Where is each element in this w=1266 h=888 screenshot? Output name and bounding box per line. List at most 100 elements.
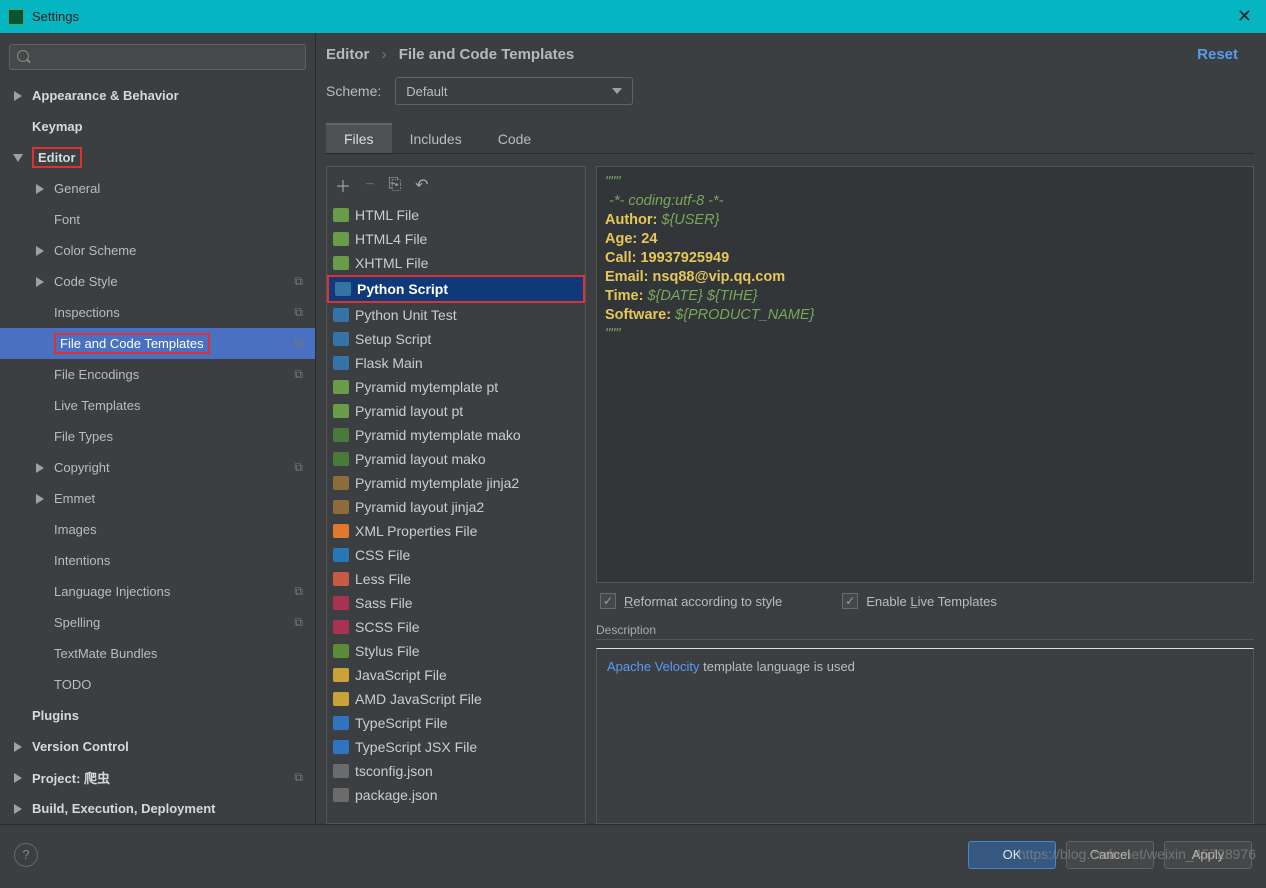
chevron-down-icon	[612, 88, 622, 94]
tab-code[interactable]: Code	[480, 123, 549, 153]
template-item[interactable]: CSS File	[327, 543, 585, 567]
help-button[interactable]: ?	[14, 843, 38, 867]
template-item[interactable]: XML Properties File	[327, 519, 585, 543]
chevron-right-icon[interactable]	[32, 181, 48, 197]
tree-item-todo[interactable]: TODO	[0, 669, 315, 700]
template-label: TypeScript File	[355, 715, 448, 731]
template-item[interactable]: Pyramid layout jinja2	[327, 495, 585, 519]
tree-item-color-scheme[interactable]: Color Scheme	[0, 235, 315, 266]
template-item[interactable]: AMD JavaScript File	[327, 687, 585, 711]
chevron-right-icon[interactable]	[10, 801, 26, 817]
chevron-right-icon[interactable]	[10, 739, 26, 755]
tab-includes[interactable]: Includes	[392, 123, 480, 153]
template-label: XHTML File	[355, 255, 428, 271]
project-scope-icon: ⧉	[294, 615, 303, 630]
template-item[interactable]: Flask Main	[327, 351, 585, 375]
tree-item-spelling[interactable]: Spelling⧉	[0, 607, 315, 638]
tree-item-copyright[interactable]: Copyright⧉	[0, 452, 315, 483]
chevron-right-icon[interactable]	[10, 88, 26, 104]
template-item[interactable]: TypeScript File	[327, 711, 585, 735]
tree-item-code-style[interactable]: Code Style⧉	[0, 266, 315, 297]
chevron-right-icon: ›	[382, 46, 387, 63]
velocity-link[interactable]: Apache Velocity	[607, 659, 700, 674]
template-label: Setup Script	[355, 331, 431, 347]
template-item[interactable]: Python Script	[329, 277, 583, 301]
tree-item-plugins[interactable]: Plugins	[0, 700, 315, 731]
template-item[interactable]: Pyramid layout pt	[327, 399, 585, 423]
template-item[interactable]: XHTML File	[327, 251, 585, 275]
template-item[interactable]: JavaScript File	[327, 663, 585, 687]
tree-item-project-[interactable]: Project: 爬虫⧉	[0, 762, 315, 793]
tree-item-general[interactable]: General	[0, 173, 315, 204]
chevron-right-icon[interactable]	[32, 491, 48, 507]
reformat-checkbox[interactable]: Reformat according to style	[600, 593, 782, 609]
add-icon[interactable]: ＋	[335, 173, 351, 197]
scheme-value: Default	[406, 84, 447, 99]
file-type-icon	[333, 596, 349, 610]
search-input[interactable]	[9, 44, 306, 70]
tree-item-version-control[interactable]: Version Control	[0, 731, 315, 762]
tree-item-font[interactable]: Font	[0, 204, 315, 235]
chevron-right-icon[interactable]	[32, 243, 48, 259]
tree-item-language-injections[interactable]: Language Injections⧉	[0, 576, 315, 607]
tree-item-inspections[interactable]: Inspections⧉	[0, 297, 315, 328]
template-item[interactable]: Sass File	[327, 591, 585, 615]
tree-item-file-types[interactable]: File Types	[0, 421, 315, 452]
template-item[interactable]: Pyramid mytemplate pt	[327, 375, 585, 399]
tree-item-editor[interactable]: Editor	[0, 142, 315, 173]
template-item[interactable]: Less File	[327, 567, 585, 591]
app-icon	[8, 9, 24, 25]
template-item[interactable]: Pyramid mytemplate mako	[327, 423, 585, 447]
reset-link[interactable]: Reset	[1197, 46, 1238, 63]
tab-files[interactable]: Files	[326, 123, 392, 153]
chevron-right-icon[interactable]	[10, 770, 26, 786]
checkbox-icon[interactable]	[600, 593, 616, 609]
template-label: CSS File	[355, 547, 410, 563]
live-templates-checkbox[interactable]: Enable Live Templates	[842, 593, 997, 609]
template-item[interactable]: HTML4 File	[327, 227, 585, 251]
tree-item-build-execution-deployment[interactable]: Build, Execution, Deployment	[0, 793, 315, 824]
file-type-icon	[333, 332, 349, 346]
tree-item-images[interactable]: Images	[0, 514, 315, 545]
template-item[interactable]: HTML File	[327, 203, 585, 227]
tree-item-appearance-behavior[interactable]: Appearance & Behavior	[0, 80, 315, 111]
tree-item-keymap[interactable]: Keymap	[0, 111, 315, 142]
template-item[interactable]: SCSS File	[327, 615, 585, 639]
chevron-right-icon[interactable]	[32, 274, 48, 290]
revert-icon[interactable]: ↶	[415, 175, 428, 195]
code-editor[interactable]: """ -*- coding:utf-8 -*- Author: ${USER}…	[596, 166, 1254, 583]
template-item[interactable]: Pyramid layout mako	[327, 447, 585, 471]
no-expander	[32, 646, 48, 662]
template-item[interactable]: package.json	[327, 783, 585, 807]
tree-item-textmate-bundles[interactable]: TextMate Bundles	[0, 638, 315, 669]
template-label: SCSS File	[355, 619, 420, 635]
checkbox-icon[interactable]	[842, 593, 858, 609]
tree-item-label: File Encodings	[54, 367, 139, 382]
tree-item-live-templates[interactable]: Live Templates	[0, 390, 315, 421]
search-box	[9, 44, 306, 70]
project-scope-icon: ⧉	[294, 460, 303, 475]
template-item[interactable]: Setup Script	[327, 327, 585, 351]
settings-tree[interactable]: Appearance & BehaviorKeymapEditorGeneral…	[0, 76, 315, 824]
tree-item-file-encodings[interactable]: File Encodings⧉	[0, 359, 315, 390]
tree-item-intentions[interactable]: Intentions	[0, 545, 315, 576]
template-item[interactable]: tsconfig.json	[327, 759, 585, 783]
template-label: Flask Main	[355, 355, 423, 371]
template-item[interactable]: Python Unit Test	[327, 303, 585, 327]
template-list[interactable]: HTML FileHTML4 File XHTML File Python Scri…	[327, 203, 585, 823]
chevron-down-icon[interactable]	[10, 150, 26, 166]
tree-item-label: Code Style	[54, 274, 118, 289]
tree-item-file-and-code-templates[interactable]: File and Code Templates⧉	[0, 328, 315, 359]
close-icon[interactable]: ✕	[1231, 6, 1258, 27]
copy-icon[interactable]: ⎘	[388, 176, 401, 194]
remove-icon[interactable]: −	[365, 176, 374, 194]
tree-item-label: Inspections	[54, 305, 120, 320]
template-item[interactable]: TypeScript JSX File	[327, 735, 585, 759]
file-type-icon	[333, 356, 349, 370]
tree-item-emmet[interactable]: Emmet	[0, 483, 315, 514]
scheme-select[interactable]: Default	[395, 77, 633, 105]
template-item[interactable]: Stylus File	[327, 639, 585, 663]
chevron-right-icon[interactable]	[32, 460, 48, 476]
template-item[interactable]: Pyramid mytemplate jinja2	[327, 471, 585, 495]
template-label: Pyramid layout mako	[355, 451, 486, 467]
